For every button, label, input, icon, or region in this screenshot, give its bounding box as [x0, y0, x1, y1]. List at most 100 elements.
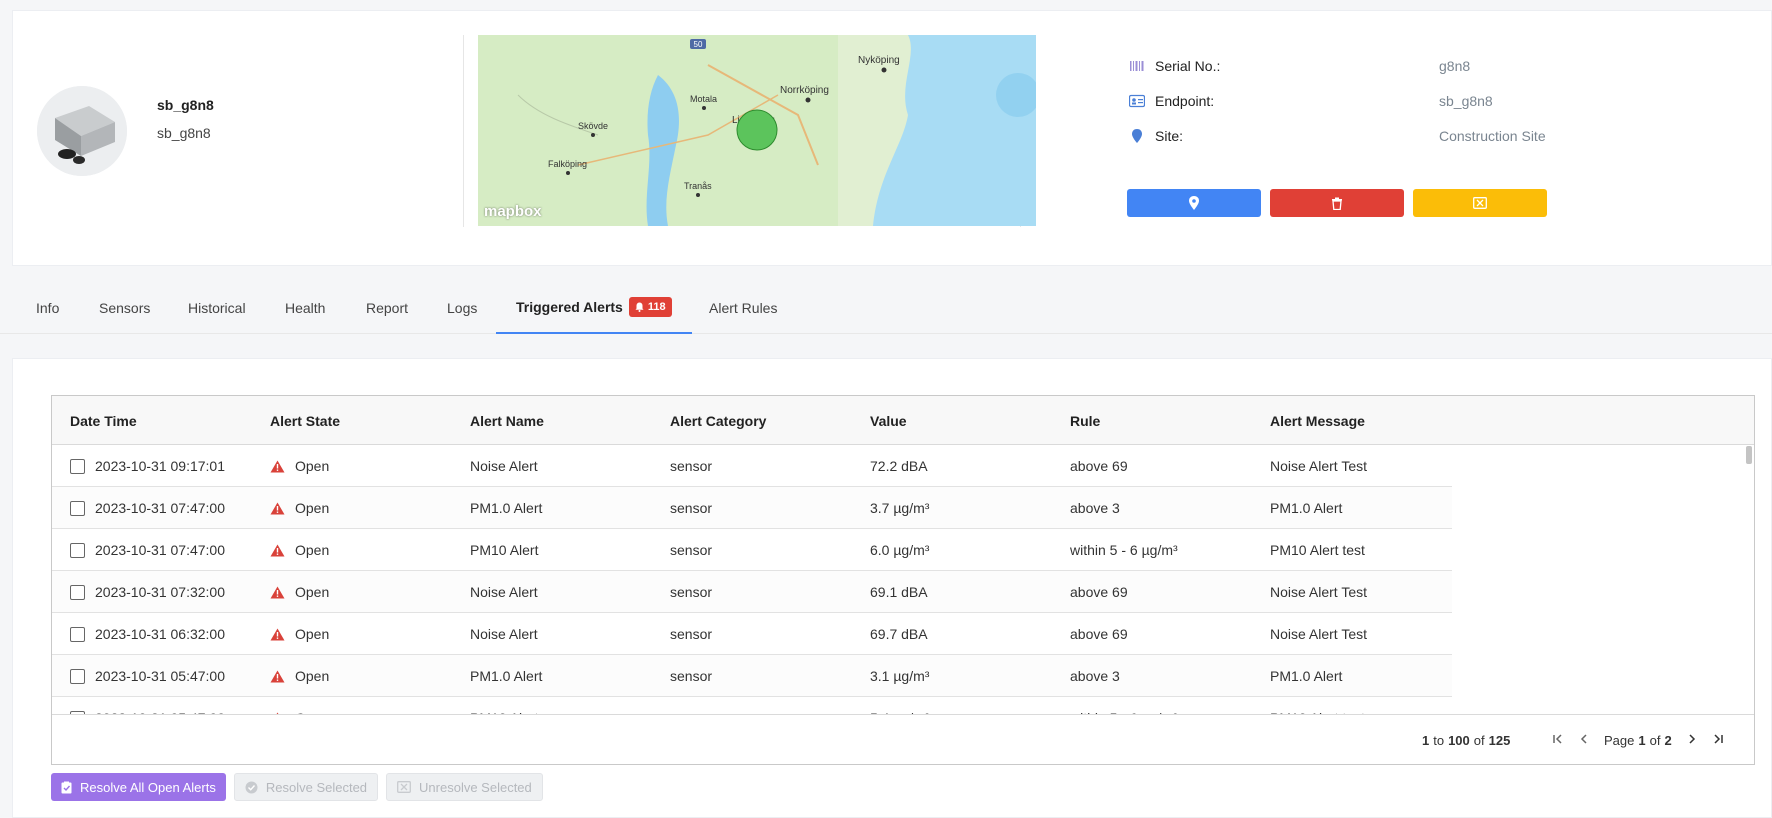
tab-historical[interactable]: Historical: [188, 282, 246, 334]
device-location-marker[interactable]: [736, 109, 778, 151]
alert-count-badge: 118: [628, 297, 672, 317]
state-cell: Open: [270, 571, 329, 613]
warning-icon: [270, 628, 285, 640]
next-page-icon[interactable]: [1686, 732, 1698, 748]
datetime-text: 2023-10-31 06:32:00: [95, 626, 225, 642]
first-page-icon[interactable]: [1552, 732, 1564, 748]
tab-info[interactable]: Info: [36, 282, 59, 334]
last-page-icon[interactable]: [1712, 732, 1724, 748]
delete-button[interactable]: [1270, 189, 1404, 217]
table-row[interactable]: 2023-10-31 07:47:00 Open PM10 Alert sensor 6…: [52, 529, 1452, 571]
state-cell: Open: [270, 655, 329, 697]
range-total: 125: [1488, 732, 1511, 748]
table-row[interactable]: 2023-10-31 07:32:00 Open Noise Alert sensor…: [52, 571, 1452, 613]
endpoint-label: Endpoint:: [1155, 93, 1215, 109]
tab-bar: Info Sensors Historical Health Report Lo…: [0, 282, 1772, 334]
site-row: Site: Construction Site: [1129, 128, 1546, 144]
state-text: Open: [295, 584, 330, 600]
tab-triggered-alerts[interactable]: Triggered Alerts 118: [496, 282, 692, 334]
row-checkbox[interactable]: [70, 584, 85, 600]
resolve-selected-button[interactable]: Resolve Selected: [233, 773, 379, 801]
range-from: 1: [1422, 732, 1430, 748]
message-cell: PM10 Alert test: [1270, 697, 1365, 715]
table-row[interactable]: 2023-10-31 05:47:00 Open PM10 Alert sensor 5…: [52, 697, 1452, 715]
table-row[interactable]: 2023-10-31 09:17:01 Open Noise Alert sensor…: [52, 445, 1452, 487]
bulk-actions: Resolve All Open Alerts Resolve Selected…: [51, 773, 543, 801]
message-cell: PM1.0 Alert: [1270, 500, 1343, 516]
datetime-cell: 2023-10-31 06:32:00: [70, 613, 225, 655]
state-text: Open: [295, 542, 330, 558]
value-cell: 69.1 dBA: [870, 584, 928, 600]
warning-icon: [270, 544, 285, 556]
category-cell: sensor: [670, 626, 713, 642]
row-checkbox[interactable]: [70, 542, 85, 558]
row-checkbox[interactable]: [70, 500, 85, 516]
datetime-text: 2023-10-31 07:32:00: [95, 584, 225, 600]
category-cell: sensor: [670, 500, 713, 516]
site-label: Site:: [1155, 128, 1184, 144]
map[interactable]: 50 Nyköping Norrköping Motala Skövde Lin…: [478, 35, 1036, 226]
device-action-buttons: [1127, 189, 1547, 217]
map-city-label: Tranås: [684, 181, 712, 191]
map-city-label: Skövde: [578, 121, 608, 131]
col-header-value[interactable]: Value: [870, 396, 907, 445]
tab-label: Logs: [447, 300, 478, 316]
map-city-label: Nyköping: [858, 55, 900, 66]
endpoint-value: sb_g8n8: [1439, 93, 1493, 109]
tab-alert-rules[interactable]: Alert Rules: [709, 282, 777, 334]
col-header-category[interactable]: Alert Category: [670, 396, 766, 445]
col-header-message[interactable]: Alert Message: [1270, 396, 1365, 445]
device-subtitle: sb_g8n8: [157, 125, 211, 141]
barcode-icon: [1130, 61, 1144, 71]
name-cell: Noise Alert: [470, 458, 538, 474]
table-row[interactable]: 2023-10-31 05:47:00 Open PM1.0 Alert sensor…: [52, 655, 1452, 697]
serial-row: Serial No.: g8n8: [1129, 58, 1470, 74]
tab-health[interactable]: Health: [285, 282, 325, 334]
name-cell: Noise Alert: [470, 626, 538, 642]
table-scrollbar[interactable]: [1746, 446, 1752, 464]
site-value: Construction Site: [1439, 128, 1546, 144]
state-text: Open: [295, 458, 330, 474]
category-cell: sensor: [670, 668, 713, 684]
col-header-name[interactable]: Alert Name: [470, 396, 544, 445]
page-current: 1: [1638, 732, 1646, 748]
table-row[interactable]: 2023-10-31 06:32:00 Open Noise Alert sensor…: [52, 613, 1452, 655]
row-checkbox[interactable]: [70, 458, 85, 474]
unresolve-selected-label: Unresolve Selected: [419, 779, 532, 795]
map-road-label: 50: [694, 40, 703, 49]
value-cell: 3.1 µg/m³: [870, 668, 930, 684]
serial-label: Serial No.:: [1155, 58, 1221, 74]
warning-icon: [270, 460, 285, 472]
datetime-cell: 2023-10-31 07:47:00: [70, 487, 225, 529]
close-device-button[interactable]: [1413, 189, 1547, 217]
resolve-all-button[interactable]: Resolve All Open Alerts: [51, 773, 226, 801]
datetime-text: 2023-10-31 07:47:00: [95, 500, 225, 516]
prev-page-icon[interactable]: [1578, 732, 1590, 748]
locate-button[interactable]: [1127, 189, 1261, 217]
tab-label: Info: [36, 300, 60, 316]
unresolve-selected-button[interactable]: Unresolve Selected: [386, 773, 543, 801]
tab-report[interactable]: Report: [366, 282, 408, 334]
datetime-cell: 2023-10-31 07:32:00: [70, 571, 225, 613]
check-circle-icon: [245, 781, 258, 793]
col-header-rule[interactable]: Rule: [1070, 396, 1100, 445]
warning-icon: [270, 502, 285, 514]
trash-icon: [1332, 197, 1342, 210]
datetime-cell: 2023-10-31 09:17:01: [70, 445, 225, 487]
table-row[interactable]: 2023-10-31 07:47:00 Open PM1.0 Alert sensor…: [52, 487, 1452, 529]
message-cell: Noise Alert Test: [1270, 584, 1368, 600]
table-footer: 1 to 100 of 125 Page 1 of 2: [52, 714, 1754, 764]
table-body: 2023-10-31 09:17:01 Open Noise Alert sensor…: [52, 445, 1452, 715]
col-header-datetime[interactable]: Date Time: [70, 396, 137, 445]
map-city-label: Norrköping: [780, 85, 829, 96]
row-checkbox[interactable]: [70, 668, 85, 684]
state-text: Open: [295, 500, 330, 516]
col-header-state[interactable]: Alert State: [270, 396, 340, 445]
tab-sensors[interactable]: Sensors: [99, 282, 150, 334]
tab-logs[interactable]: Logs: [447, 282, 477, 334]
row-checkbox[interactable]: [70, 626, 85, 642]
datetime-text: 2023-10-31 09:17:01: [95, 458, 225, 474]
datetime-text: 2023-10-31 05:47:00: [95, 668, 225, 684]
warning-icon: [270, 586, 285, 598]
message-cell: PM10 Alert test: [1270, 542, 1365, 558]
